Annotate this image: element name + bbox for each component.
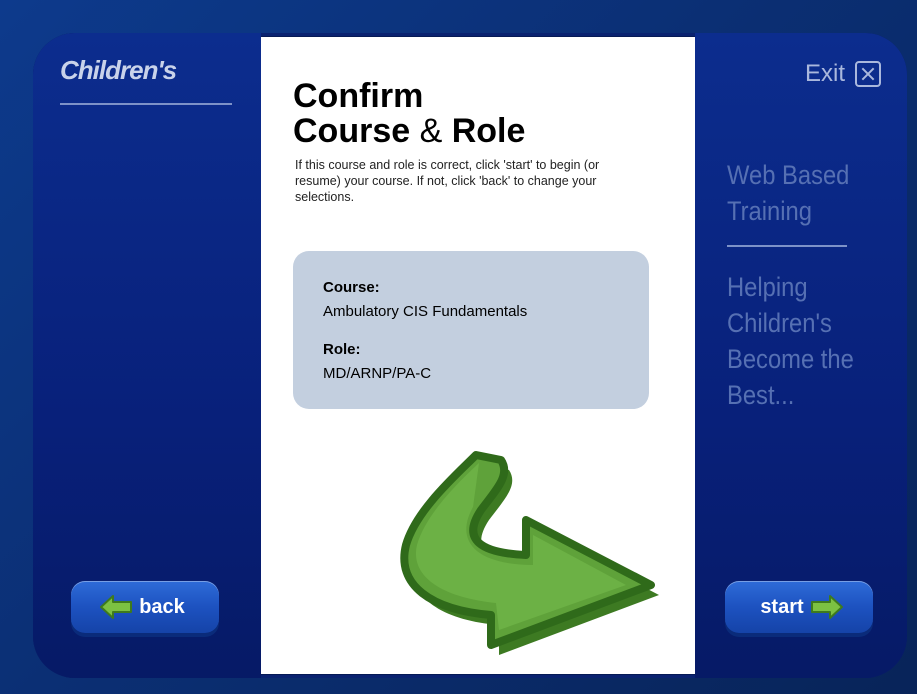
role-label: Role: [323,341,361,358]
title-word-course: Course [293,112,411,150]
back-label: back [139,595,185,618]
page-title: Confirm Course & Role [293,79,525,149]
title-ampersand: & [419,112,443,150]
course-value: Ambulatory CIS Fundamentals [323,303,528,320]
close-icon [855,61,881,87]
curved-arrow-icon [400,451,659,655]
role-value: MD/ARNP/PA-C [323,365,432,382]
course-label: Course: [323,279,380,296]
course-role-summary: Course: Ambulatory CIS Fundamentals Role… [293,251,649,409]
childrens-logo: Children's [60,55,177,85]
arrow-left-icon [100,595,133,619]
start-label: start [760,595,804,618]
instructions-text: If this course and role is correct, clic… [295,158,600,204]
back-button[interactable]: back [71,581,219,633]
logo-divider [60,103,232,105]
app-frame: Children's Confirm Course & Role If this… [33,33,907,678]
confirm-panel: Confirm Course & Role If this course and… [261,37,695,674]
exit-button[interactable]: Exit [805,60,881,88]
tagline: Helping Children's Become the Best... [727,272,854,410]
start-button[interactable]: start [725,581,873,633]
title-word-role: Role [451,112,526,150]
course-type-heading: Web Based Training [727,160,850,226]
title-line-1: Confirm [293,77,424,115]
right-divider [727,245,847,247]
arrow-right-icon [810,595,843,619]
exit-label: Exit [804,60,845,87]
